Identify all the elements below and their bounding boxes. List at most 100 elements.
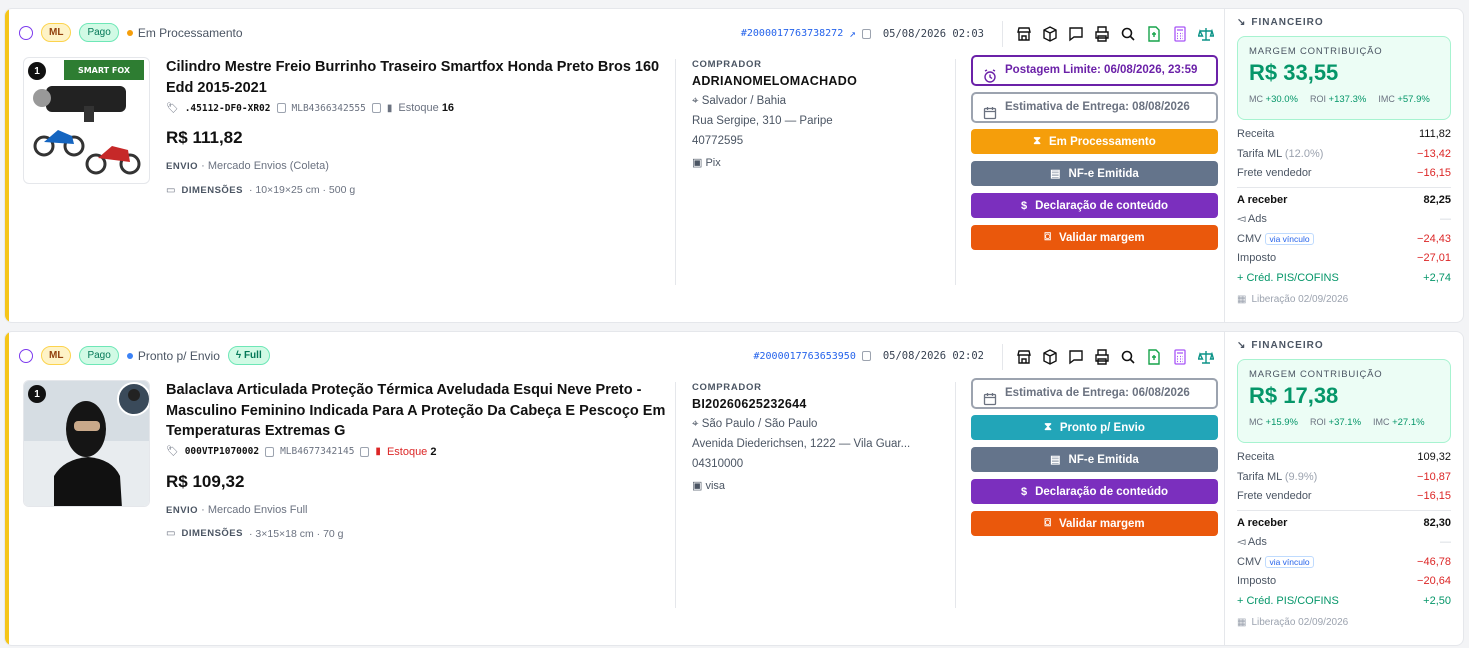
search-icon[interactable] [1119, 26, 1136, 43]
delivery-estimate-card: Estimativa de Entrega: 06/08/2026 [971, 378, 1218, 409]
fin-row-receita: Receita 109,32 [1237, 451, 1451, 463]
location-pin-icon: ⌖ [692, 418, 699, 430]
buyer-name: BI20260625232644 [692, 397, 807, 411]
copy-icon[interactable] [861, 28, 871, 39]
quantity-badge: 1 [28, 62, 46, 80]
status-button[interactable]: ⧗ Pronto p/ Envio [971, 415, 1218, 440]
tag-icon: 🏷 [166, 446, 179, 457]
payment-badge: Pago [79, 346, 119, 365]
shipping-info: ENVIO · Mercado Envios Full [166, 503, 308, 516]
cmv-link-tag[interactable]: via vínculo [1265, 555, 1314, 568]
calendar-icon [983, 393, 997, 406]
product-meta: 🏷 000VTP1070002 MLB4677342145 ▮ Estoque … [166, 446, 666, 458]
status-button[interactable]: ⧗ Em Processamento [971, 129, 1218, 154]
calendar-icon: ▦ [1237, 294, 1247, 305]
fin-row-imposto: Imposto −20,64 [1237, 575, 1451, 587]
receipt-icon: $ [1020, 485, 1028, 498]
dimensions-info: ▭ DIMENSÕES · 10×19×25 cm · 500 g [166, 184, 356, 196]
scale-icon[interactable] [1197, 349, 1214, 366]
order-number-block: #2000017763653950 05/08/2026 02:02 [753, 350, 984, 362]
lightning-icon: ϟ [235, 350, 242, 361]
product-image[interactable]: 1 SMART FOX [23, 57, 150, 184]
document-icon: ▤ [1050, 454, 1061, 466]
printer-icon[interactable] [1093, 349, 1110, 366]
margin-label: MARGEM CONTRIBUIÇÃO [1249, 46, 1383, 57]
stock-info: Estoque 16 [398, 102, 455, 114]
order-date: 05/08/2026 02:02 [882, 350, 984, 362]
declaration-button[interactable]: $ Declaração de conteúdo [971, 193, 1218, 218]
declaration-button[interactable]: $ Declaração de conteúdo [971, 479, 1218, 504]
order-header: ML Pago Em Processamento [19, 23, 243, 42]
fin-row-ads: ◅ Ads — [1237, 213, 1451, 225]
order-card: ML Pago Em Processamento #20000177637382… [4, 8, 1464, 323]
status-text: Em Processamento [137, 25, 243, 40]
document-icon: ▤ [1050, 168, 1061, 180]
product-price: R$ 111,82 [166, 128, 243, 147]
chat-icon[interactable] [1067, 26, 1084, 43]
money-icon: ▣ [692, 157, 703, 169]
calculator-icon[interactable] [1171, 349, 1188, 366]
release-date: ▦ Liberação 02/09/2026 [1237, 294, 1349, 305]
validate-margin-button[interactable]: ⌼ Validar margem [971, 511, 1218, 536]
margin-label: MARGEM CONTRIBUIÇÃO [1249, 369, 1383, 380]
store-icon[interactable] [1015, 349, 1032, 366]
copy-icon[interactable] [360, 446, 370, 457]
order-id-link[interactable]: #2000017763653950 [753, 351, 855, 362]
order-main: ML Pago Em Processamento #20000177637382… [9, 9, 1224, 322]
copy-icon[interactable] [371, 103, 381, 113]
invoice-icon[interactable] [1145, 26, 1162, 43]
fin-row-frete: Frete vendedor −16,15 [1237, 490, 1451, 502]
order-header: ML Pago Pronto p/ Envio ϟ Full [19, 346, 270, 365]
trend-icon: ↘ [1237, 340, 1247, 351]
fin-row-cmv: CMV via vínculo −46,78 [1237, 555, 1451, 568]
store-icon[interactable] [1015, 26, 1032, 43]
order-actions: Postagem Limite: 06/08/2026, 23:59 Estim… [971, 55, 1218, 257]
select-radio[interactable] [19, 25, 33, 40]
nfe-button[interactable]: ▤ NF-e Emitida [971, 447, 1218, 472]
scan-icon: ⌼ [1044, 517, 1051, 529]
product-title[interactable]: Cilindro Mestre Freio Burrinho Traseiro … [166, 57, 666, 98]
location-pin-icon: ⌖ [692, 95, 699, 107]
scale-icon[interactable] [1197, 26, 1214, 43]
buyer-city: ⌖ São Paulo / São Paulo [692, 418, 818, 430]
copy-icon[interactable] [861, 351, 871, 361]
external-link-icon[interactable]: ↗ [849, 27, 856, 40]
buyer-info: COMPRADOR BI20260625232644 ⌖ São Paulo /… [692, 382, 942, 496]
deadline-card: Postagem Limite: 06/08/2026, 23:59 [971, 55, 1218, 86]
calculator-icon[interactable] [1171, 26, 1188, 43]
search-icon[interactable] [1119, 349, 1136, 366]
status-dot [126, 29, 133, 36]
nfe-button[interactable]: ▤ NF-e Emitida [971, 161, 1218, 186]
validate-margin-button[interactable]: ⌼ Validar margem [971, 225, 1218, 250]
printer-icon[interactable] [1093, 26, 1110, 43]
chat-icon[interactable] [1067, 349, 1084, 366]
box-icon[interactable] [1041, 349, 1058, 366]
order-actions: Estimativa de Entrega: 06/08/2026 ⧗ Pront… [971, 378, 1218, 543]
buyer-info: COMPRADOR ADRIANOMELOMACHADO ⌖ Salvador … [692, 59, 942, 173]
scan-icon: ⌼ [1044, 231, 1051, 243]
estimate-text: Estimativa de Entrega: 08/08/2026 [1005, 101, 1190, 113]
cmv-link-tag[interactable]: via vínculo [1265, 232, 1314, 245]
invoice-icon[interactable] [1145, 349, 1162, 366]
copy-icon[interactable] [265, 446, 275, 457]
product-title[interactable]: Balaclava Articulada Proteção Térmica Av… [166, 380, 666, 442]
buyer-zip: 04310000 [692, 458, 744, 470]
margin-kpis: MC +30.0% ROI +137.3% IMC +57.9% [1249, 94, 1430, 105]
package-icon: ▭ [166, 184, 176, 196]
copy-icon[interactable] [276, 103, 286, 113]
box-icon[interactable] [1041, 26, 1058, 43]
hourglass-icon: ⧗ [1033, 135, 1041, 147]
divider [675, 382, 676, 608]
order-number-block: #2000017763738272 ↗ 05/08/2026 02:03 [741, 27, 984, 40]
megaphone-icon: ◅ [1237, 536, 1246, 548]
product-image[interactable]: 1 [23, 380, 150, 507]
receipt-icon: $ [1020, 199, 1028, 212]
order-id-link[interactable]: #2000017763738272 [741, 28, 843, 39]
fin-row-pis: + Créd. PIS/COFINS +2,74 [1237, 271, 1451, 284]
quantity-badge: 1 [28, 385, 46, 403]
select-radio[interactable] [19, 348, 33, 363]
margin-box: MARGEM CONTRIBUIÇÃO R$ 33,55 MC +30.0% R… [1237, 36, 1451, 120]
fin-row-receber: A receber 82,25 [1237, 193, 1451, 206]
order-status: Pronto p/ Envio [126, 349, 220, 363]
mlb-id: MLB4366342555 [291, 102, 366, 114]
